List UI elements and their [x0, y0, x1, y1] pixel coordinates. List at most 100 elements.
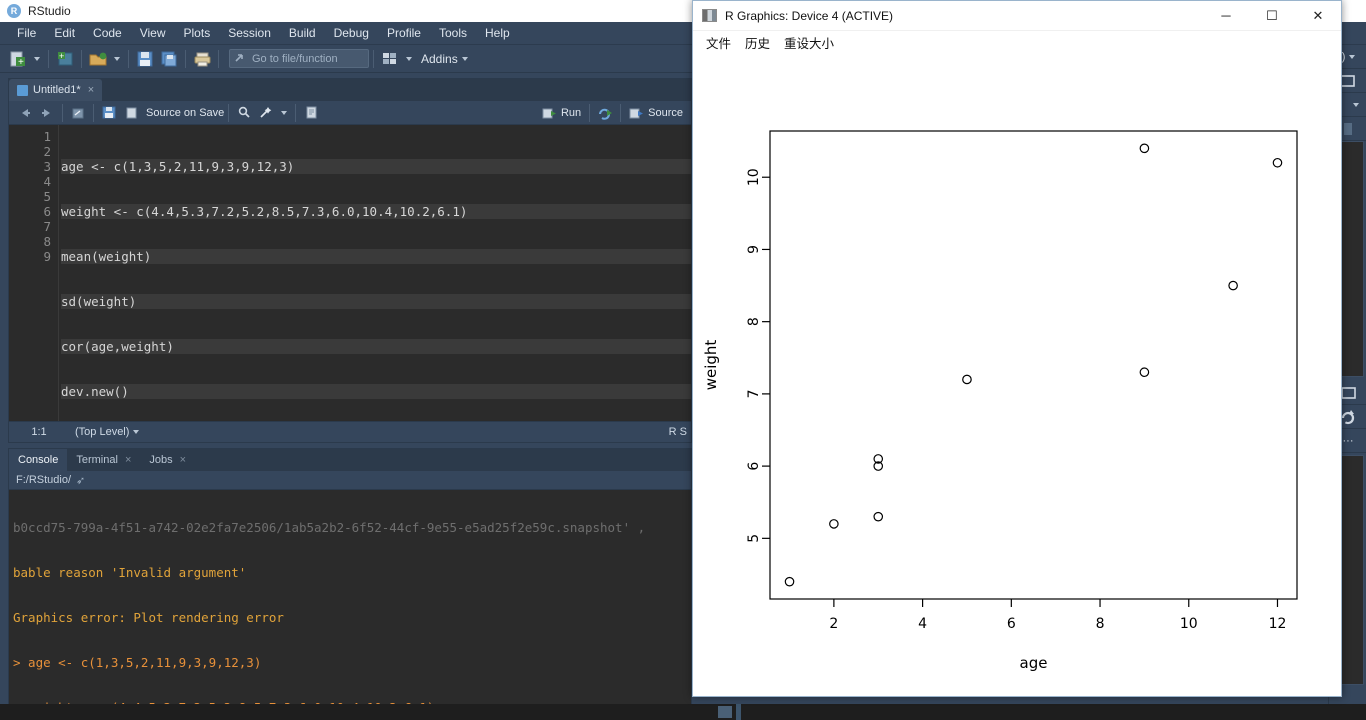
source-on-save-checkbox[interactable]: [121, 104, 141, 122]
console-output[interactable]: b0ccd75-799a-4f51-a742-02e2fa7e2506/1ab5…: [9, 490, 691, 715]
cursor-position: 1:1: [31, 426, 47, 438]
r-graphics-menubar: 文件 历史 重设大小: [693, 31, 1341, 53]
r-graphics-titlebar[interactable]: R Graphics: Device 4 (ACTIVE) ─ ☐ ✕: [693, 1, 1341, 31]
plot-box: [769, 130, 1298, 600]
menu-edit[interactable]: Edit: [45, 24, 84, 42]
editor-text-area[interactable]: age <- c(1,3,5,2,11,9,3,9,12,3) weight <…: [61, 125, 691, 421]
menu-debug[interactable]: Debug: [325, 24, 378, 42]
window-controls: ─ ☐ ✕: [1203, 1, 1341, 31]
menu-tools[interactable]: Tools: [430, 24, 476, 42]
tab-console[interactable]: Console: [9, 449, 68, 471]
new-file-icon[interactable]: +: [7, 49, 29, 69]
save-icon[interactable]: [134, 49, 156, 69]
console-tabbar: Console Terminal × Jobs ×: [9, 449, 691, 471]
goto-arrow-icon: [235, 54, 243, 62]
save-all-icon[interactable]: [158, 49, 180, 69]
run-button[interactable]: Run: [542, 107, 581, 120]
more-dots-icon: ···: [1342, 434, 1354, 447]
code-line: cor(age,weight): [61, 339, 691, 354]
tab-jobs[interactable]: Jobs ×: [140, 449, 195, 471]
menu-resize-zh[interactable]: 重设大小: [777, 32, 841, 53]
taskbar-scrollbar[interactable]: [736, 704, 741, 720]
line-number: 9: [43, 249, 51, 264]
toolbar-divider: [295, 103, 297, 122]
addins-button[interactable]: Addins: [421, 52, 458, 66]
close-button[interactable]: ✕: [1295, 1, 1341, 31]
y-axis-label: weight: [702, 340, 720, 391]
x-axis-tick-label: 12: [1269, 616, 1287, 632]
menu-profile[interactable]: Profile: [378, 24, 430, 42]
tab-console-label: Console: [18, 454, 59, 466]
rerun-icon[interactable]: [595, 104, 615, 122]
close-icon[interactable]: ×: [88, 84, 94, 96]
scope-selector[interactable]: (Top Level): [75, 426, 129, 438]
line-number: 6: [43, 204, 51, 219]
y-axis-tick-label: 5: [746, 534, 762, 543]
menu-view[interactable]: View: [131, 24, 175, 42]
data-point: [962, 374, 972, 385]
chevron-down-icon[interactable]: [1349, 54, 1356, 59]
r-graphics-window: R Graphics: Device 4 (ACTIVE) ─ ☐ ✕ 文件 历…: [692, 0, 1342, 697]
forward-arrow-icon[interactable]: [37, 104, 57, 122]
toolbar-divider: [81, 49, 82, 68]
console-working-directory[interactable]: F:/RStudio/ ➶: [9, 471, 691, 490]
scope-dropdown-icon[interactable]: [133, 430, 140, 434]
document-type-label: R S: [668, 426, 687, 438]
open-directory-icon[interactable]: ➶: [76, 474, 85, 487]
chevron-down-icon[interactable]: [1352, 102, 1359, 107]
menu-history-zh[interactable]: 历史: [738, 32, 777, 53]
find-replace-icon[interactable]: [234, 104, 254, 122]
data-point: [1139, 367, 1150, 378]
save-icon[interactable]: [99, 104, 119, 122]
print-icon[interactable]: [191, 49, 213, 69]
open-file-dropdown-icon[interactable]: [114, 56, 120, 61]
menu-file-zh[interactable]: 文件: [699, 32, 738, 53]
menu-help[interactable]: Help: [476, 24, 519, 42]
data-point: [829, 519, 839, 529]
code-tools-dropdown-icon[interactable]: [281, 110, 288, 115]
source-tabbar: Untitled1* ×: [9, 79, 691, 101]
maximize-button[interactable]: ☐: [1249, 1, 1295, 31]
console-line: b0ccd75-799a-4f51-a742-02e2fa7e2506/1ab5…: [13, 520, 646, 535]
close-icon[interactable]: ×: [125, 454, 131, 466]
run-icon: [542, 108, 556, 118]
console-pane: Console Terminal × Jobs × F:/RStudio/ ➶ …: [8, 448, 692, 716]
tab-terminal[interactable]: Terminal ×: [67, 449, 140, 471]
taskbar-window-thumb[interactable]: [718, 706, 732, 718]
goto-file-function-input[interactable]: Go to file/function: [229, 49, 369, 68]
toolbar-divider: [48, 49, 49, 68]
x-axis-tick-label: 4: [918, 616, 927, 632]
menu-file[interactable]: File: [8, 24, 45, 42]
plot-canvas[interactable]: 2 4 6 8 10 12 5 6 7 8 9 10 age weight: [693, 53, 1341, 696]
console-line: > age <- c(1,3,5,2,11,9,3,9,12,3): [13, 655, 262, 670]
close-icon[interactable]: ×: [180, 454, 186, 466]
new-project-icon[interactable]: +: [54, 49, 76, 69]
workspace-panes-icon[interactable]: [379, 49, 401, 69]
x-axis-tick-label: 10: [1180, 616, 1198, 632]
menu-session[interactable]: Session: [219, 24, 280, 42]
menu-build[interactable]: Build: [280, 24, 325, 42]
minimize-button[interactable]: ─: [1203, 1, 1249, 31]
svg-text:+: +: [18, 57, 24, 67]
toolbar-divider: [228, 103, 230, 122]
code-editor[interactable]: 1 2 3 4 5 6 7 8 9 age <- c(1,3,5,2,11,9,…: [9, 125, 691, 421]
compile-report-icon[interactable]: [301, 104, 321, 122]
code-tools-icon[interactable]: [256, 104, 276, 122]
scatter-plot: 2 4 6 8 10 12 5 6 7 8 9 10 age weight: [702, 130, 1298, 672]
workspace-panes-dropdown-icon[interactable]: [406, 56, 412, 61]
line-number: 7: [43, 219, 51, 234]
back-arrow-icon[interactable]: [15, 104, 35, 122]
show-in-new-window-icon[interactable]: [68, 104, 88, 122]
source-tab-untitled1[interactable]: Untitled1* ×: [9, 79, 103, 101]
device-window-icon: [702, 9, 717, 22]
editor-gutter: 1 2 3 4 5 6 7 8 9: [9, 125, 59, 421]
y-axis-tick-label: 9: [746, 245, 762, 254]
new-file-dropdown-icon[interactable]: [34, 56, 40, 61]
code-line: age <- c(1,3,5,2,11,9,3,9,12,3): [61, 159, 691, 174]
menu-plots[interactable]: Plots: [175, 24, 220, 42]
tab-jobs-label: Jobs: [149, 454, 173, 466]
addins-dropdown-icon[interactable]: [461, 56, 468, 61]
open-file-icon[interactable]: [87, 49, 109, 69]
menu-code[interactable]: Code: [84, 24, 131, 42]
source-button[interactable]: Source: [629, 107, 683, 120]
